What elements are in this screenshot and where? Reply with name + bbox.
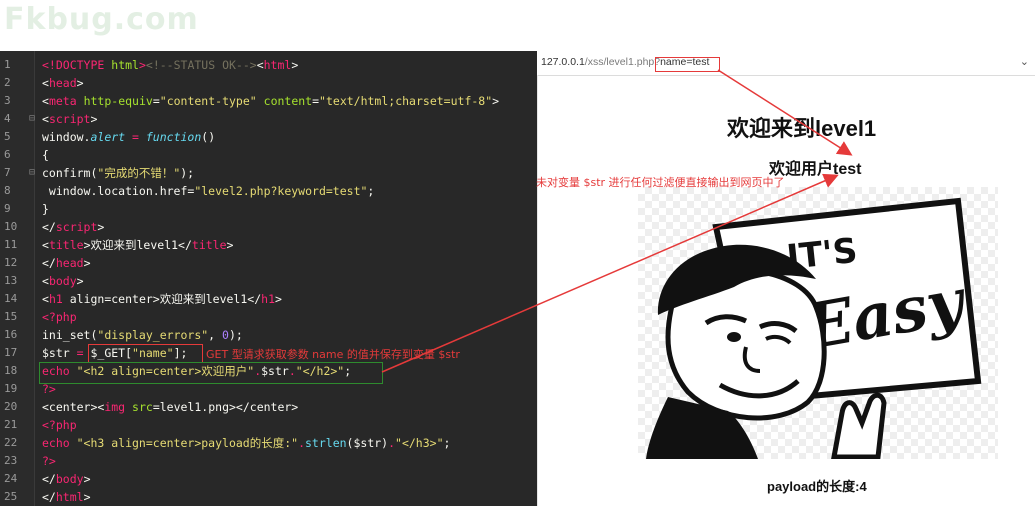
its-easy-illustration: IT'S Easy bbox=[646, 197, 982, 460]
code-line: 5 window.alert = function() bbox=[4, 130, 216, 144]
code-line: 16 ini_set("display_errors", 0); bbox=[4, 328, 243, 342]
address-bar[interactable]: 127.0.0.1/xss/level1.php?name=test ⌄ bbox=[537, 51, 1035, 76]
code-line: 20 <center><img src=level1.png></center> bbox=[4, 400, 299, 414]
code-line: 6{ bbox=[4, 148, 49, 162]
code-line: 2 <head> bbox=[4, 76, 84, 90]
code-line: 13 <body> bbox=[4, 274, 84, 288]
browser-window: 127.0.0.1/xss/level1.php?name=test ⌄ 欢迎来… bbox=[537, 51, 1035, 506]
fold-marker-icon[interactable]: ⊟ bbox=[29, 110, 35, 128]
code-line: 1 <!DOCTYPE html><!--STATUS OK--><html> bbox=[4, 58, 299, 72]
code-line: 8 window.location.href="level2.php?keywo… bbox=[4, 184, 375, 198]
chevron-down-icon[interactable]: ⌄ bbox=[1020, 55, 1029, 68]
url-query-highlight bbox=[655, 57, 720, 72]
code-line: 23 ?> bbox=[4, 454, 56, 468]
code-line: 9} bbox=[4, 202, 49, 216]
code-line: 25 </html> bbox=[4, 490, 91, 504]
code-line: 24 </body> bbox=[4, 472, 91, 486]
get-param-note: GET 型请求获取参数 name 的值并保存到变量 $str bbox=[206, 348, 460, 361]
get-param-highlight bbox=[88, 344, 203, 363]
code-line: 15 <?php bbox=[4, 310, 77, 324]
code-line: 11 <title>欢迎来到level1</title> bbox=[4, 238, 234, 252]
echo-line-highlight bbox=[39, 362, 383, 384]
code-line: 14 <h1 align=center>欢迎来到level1</h1> bbox=[4, 292, 282, 306]
page-heading-h1: 欢迎来到level1 bbox=[727, 116, 877, 141]
code-line: 7 ⊟ confirm("完成的不错！"); bbox=[4, 164, 195, 182]
page-heading-h3: payload的长度:4 bbox=[767, 479, 867, 494]
code-line: 22 echo "<h3 align=center>payload的长度:".st… bbox=[4, 436, 451, 450]
code-line: 3 <meta http-equiv="content-type" content… bbox=[4, 94, 500, 108]
code-line: 12 </head> bbox=[4, 256, 91, 270]
code-line: 10 </script> bbox=[4, 220, 105, 234]
fold-marker-icon[interactable]: ⊟ bbox=[29, 164, 35, 182]
output-note: 未对变量 $str 进行任何过滤便直接输出到网页中了 bbox=[536, 176, 785, 189]
watermark-logo: Fkbug.com bbox=[4, 2, 199, 37]
level1-image: IT'S Easy bbox=[638, 187, 998, 460]
code-line: 4 ⊟ <script> bbox=[4, 110, 98, 128]
code-line: 21 <?php bbox=[4, 418, 77, 432]
